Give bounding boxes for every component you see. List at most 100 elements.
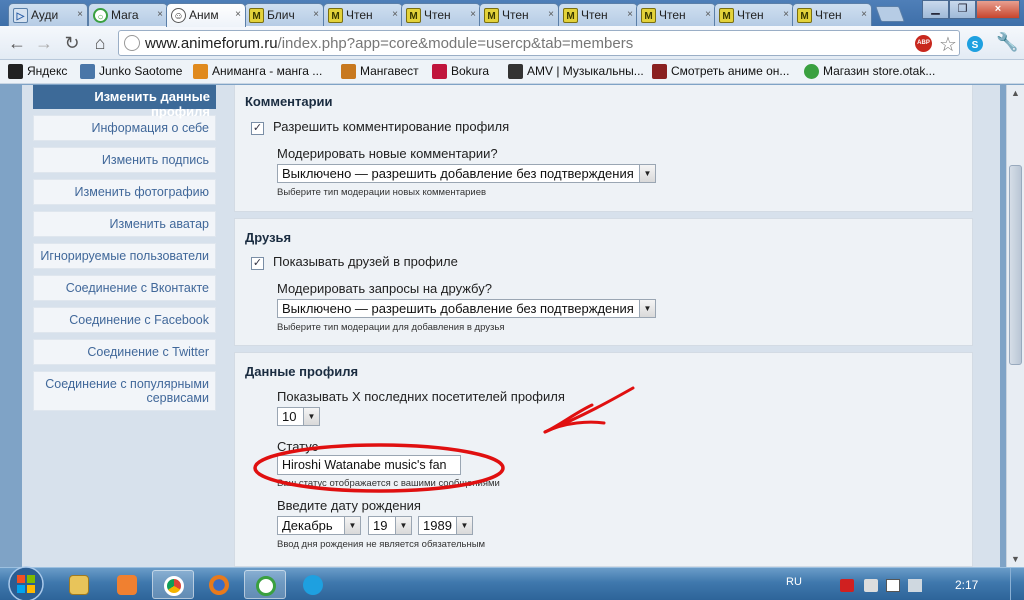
close-tab-icon[interactable]: × <box>548 9 554 20</box>
tray-volume-icon[interactable] <box>908 579 922 592</box>
bookmark-item[interactable]: Магазин store.otak... <box>804 64 935 79</box>
close-tab-icon[interactable]: × <box>77 9 83 20</box>
skype-extension-icon[interactable]: S <box>966 35 984 53</box>
status-input[interactable]: Hiroshi Watanabe music's fan <box>277 455 461 475</box>
new-tab-button[interactable] <box>875 6 905 22</box>
scroll-down-icon[interactable]: ▼ <box>1007 551 1024 567</box>
birth-year-select[interactable]: 1989 ▼ <box>418 516 473 535</box>
close-tab-icon[interactable]: × <box>470 9 476 20</box>
adblock-icon[interactable]: ABP <box>915 35 932 52</box>
taskbar-chrome[interactable] <box>152 570 194 599</box>
sidebar-item[interactable]: Игнорируемые пользователи <box>33 243 216 269</box>
skype-icon <box>303 575 323 595</box>
taskbar-firefox[interactable] <box>198 570 240 599</box>
browser-tab[interactable]: ☺ Аним × <box>166 3 246 27</box>
tab-label: Чтен <box>502 8 529 22</box>
bookmark-label: AMV | Музыкальны... <box>527 64 644 78</box>
browser-tab[interactable]: M Чтен × <box>714 3 794 26</box>
tray-device-icon[interactable] <box>864 579 878 592</box>
profile-data-section: Данные профиля Показывать X последних по… <box>234 352 973 567</box>
bookmarks-bar: Яндекс Junko Saotome Анимангa - манга ... М… <box>0 60 1024 84</box>
tab-label: Блич <box>267 8 295 22</box>
profile-data-title: Данные профиля <box>245 364 359 379</box>
tab-label: Чтен <box>424 8 451 22</box>
language-indicator[interactable]: RU <box>786 576 802 588</box>
wrench-menu-icon[interactable]: 🔧 <box>996 32 1018 53</box>
close-tab-icon[interactable]: × <box>313 9 319 20</box>
browser-tab[interactable]: ○ Мага × <box>88 3 168 26</box>
face-icon: ☺ <box>171 8 186 23</box>
scroll-up-icon[interactable]: ▲ <box>1007 85 1024 101</box>
sidebar-item[interactable]: Соединение с Twitter <box>33 339 216 365</box>
taskbar-icq[interactable] <box>244 570 286 599</box>
bookmark-item[interactable]: Junko Saotome <box>80 64 182 79</box>
maximize-button[interactable]: ❐ <box>949 0 976 19</box>
bookmark-item[interactable]: Яндекс <box>8 64 68 79</box>
sidebar-item[interactable]: Соединение с популярными сервисами <box>33 371 216 411</box>
bookmark-item[interactable]: Анимангa - манга ... <box>193 64 322 79</box>
taskbar-media-player[interactable] <box>106 570 148 599</box>
m-icon: M <box>797 8 812 23</box>
minimize-button[interactable]: ▁ <box>922 0 949 19</box>
m-icon: M <box>484 8 499 23</box>
sidebar-item[interactable]: Изменить аватар <box>33 211 216 237</box>
close-tab-icon[interactable]: × <box>392 9 398 20</box>
moderate-friends-hint: Выберите тип модерации для добавления в … <box>277 322 505 333</box>
moderate-friends-select[interactable]: Выключено — разрешить добавление без под… <box>277 299 656 318</box>
show-desktop-button[interactable] <box>1010 568 1024 600</box>
browser-tab[interactable]: M Блич × <box>244 3 324 26</box>
taskbar-explorer[interactable] <box>58 570 100 599</box>
vertical-scrollbar[interactable]: ▲ ▼ <box>1006 85 1024 567</box>
bookmark-item[interactable]: Смотреть аниме он... <box>652 64 789 79</box>
address-bar[interactable]: www.animeforum.ru/index.php?app=core&mod… <box>118 30 960 56</box>
bookmark-star-icon[interactable]: ☆ <box>939 32 957 57</box>
browser-tab[interactable]: M Чтен × <box>401 3 481 26</box>
close-tab-icon[interactable]: × <box>235 9 241 20</box>
close-tab-icon[interactable]: × <box>157 9 163 20</box>
url-text[interactable]: www.animeforum.ru/index.php?app=core&mod… <box>145 35 633 52</box>
close-window-button[interactable]: × <box>976 0 1020 19</box>
friends-title: Друзья <box>245 230 292 245</box>
allow-comments-checkbox[interactable]: ✓ <box>251 122 264 135</box>
moderate-comments-label: Модерировать новые комментарии? <box>277 146 498 161</box>
svg-text:S: S <box>972 40 979 51</box>
close-tab-icon[interactable]: × <box>627 9 633 20</box>
scroll-thumb[interactable] <box>1009 165 1022 365</box>
moderate-comments-select[interactable]: Выключено — разрешить добавление без под… <box>277 164 656 183</box>
birth-day-select[interactable]: 19 ▼ <box>368 516 412 535</box>
browser-tab[interactable]: M Чтен × <box>323 3 403 26</box>
anime-icon <box>652 64 667 79</box>
close-tab-icon[interactable]: × <box>861 9 867 20</box>
browser-tab[interactable]: M Чтен × <box>479 3 559 26</box>
back-icon[interactable]: ← <box>6 32 28 54</box>
sidebar-header[interactable]: Изменить данные профиля <box>33 85 216 119</box>
sidebar-item[interactable]: Соединение с Facebook <box>33 307 216 333</box>
reload-icon[interactable]: ↻ <box>61 32 83 54</box>
show-friends-checkbox[interactable]: ✓ <box>251 257 264 270</box>
tab-label: Чтен <box>581 8 608 22</box>
clock[interactable]: 2:17 <box>955 578 978 592</box>
bookmark-item[interactable]: AMV | Музыкальны... <box>508 64 644 79</box>
sidebar-item[interactable]: Соединение с Вконтакте <box>33 275 216 301</box>
start-button[interactable] <box>2 565 56 600</box>
taskbar-skype[interactable] <box>292 570 334 599</box>
windows-taskbar: RU 2:17 <box>0 565 1024 600</box>
close-tab-icon[interactable]: × <box>783 9 789 20</box>
browser-tab[interactable]: M Чтен × <box>558 3 638 26</box>
tab-label: Чтен <box>737 8 764 22</box>
birth-month-select[interactable]: Декабрь ▼ <box>277 516 361 535</box>
sidebar-item[interactable]: Изменить подпись <box>33 147 216 173</box>
tray-network-icon[interactable] <box>886 579 900 592</box>
browser-tab[interactable]: M Чтен × <box>636 3 716 26</box>
bookmark-label: Яндекс <box>27 64 68 78</box>
bookmark-item[interactable]: Мангавест <box>341 64 419 79</box>
browser-tab[interactable]: ▷ Ауди × <box>8 3 88 26</box>
sidebar-item[interactable]: Изменить фотографию <box>33 179 216 205</box>
home-icon[interactable]: ⌂ <box>89 32 111 54</box>
visitors-count-select[interactable]: 10 ▼ <box>277 407 320 426</box>
browser-tab[interactable]: M Чтен × <box>792 3 872 26</box>
bookmark-item[interactable]: Bokura <box>432 64 489 79</box>
close-tab-icon[interactable]: × <box>705 9 711 20</box>
forward-icon[interactable]: → <box>33 32 55 54</box>
tray-security-icon[interactable] <box>840 579 854 592</box>
